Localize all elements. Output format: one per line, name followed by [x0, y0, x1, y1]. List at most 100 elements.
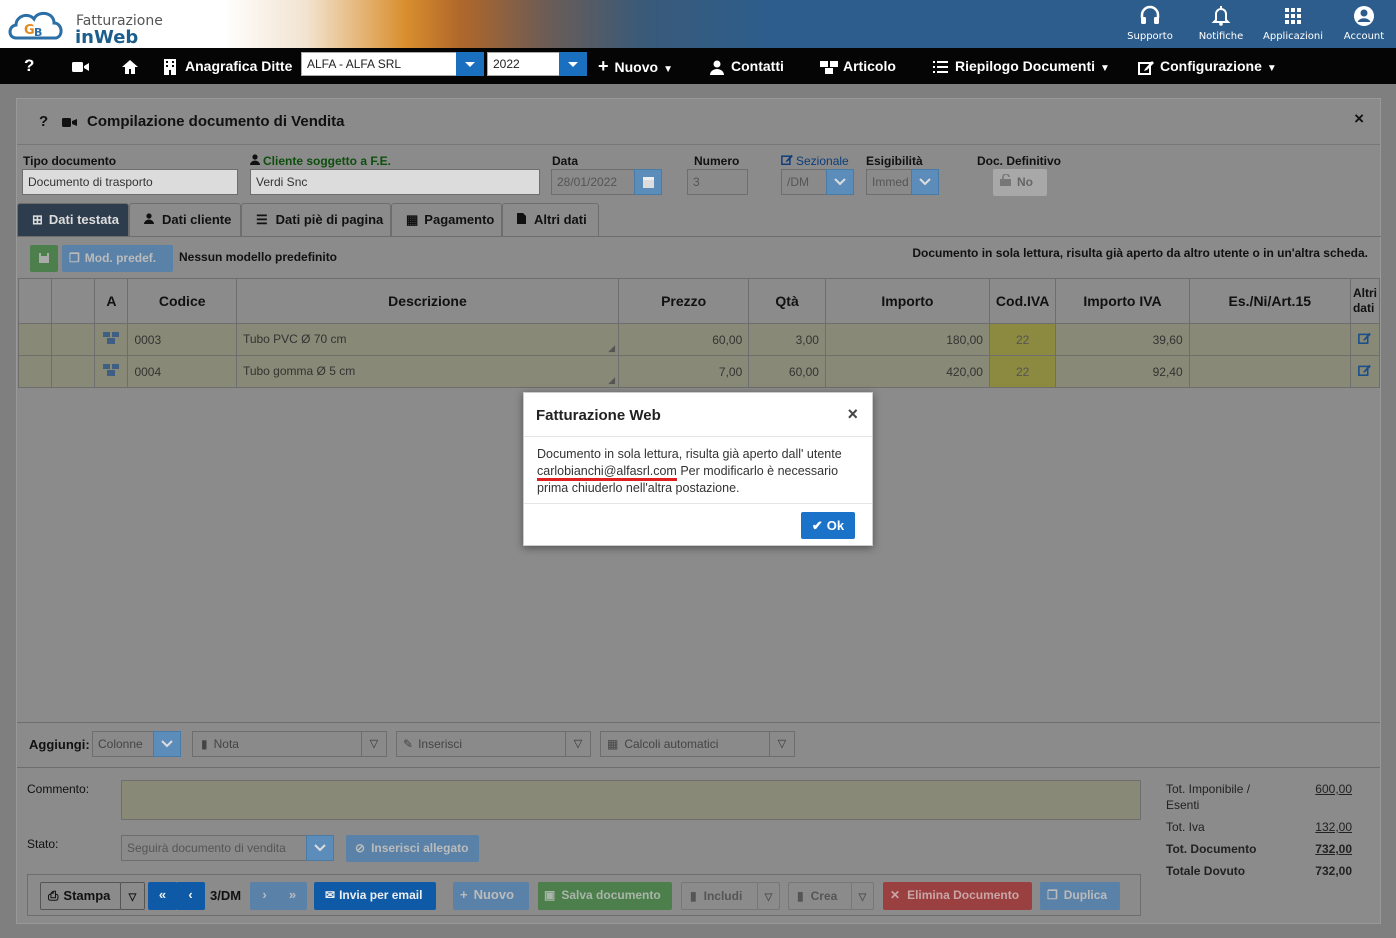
- row-select-cell[interactable]: [18, 323, 52, 356]
- sezionale-toggle[interactable]: [826, 169, 854, 195]
- support-button[interactable]: Supporto: [1118, 5, 1182, 42]
- cell-qta[interactable]: 60,00: [748, 355, 826, 388]
- tab-altri-dati[interactable]: Altri dati: [502, 203, 599, 237]
- tot-documento-value[interactable]: 732,00: [1315, 842, 1352, 856]
- col-header-importo[interactable]: Importo: [824, 278, 990, 324]
- col-header-descrizione[interactable]: Descrizione: [235, 278, 620, 324]
- cell-codice[interactable]: 0004: [127, 355, 237, 388]
- contatti-link[interactable]: Contatti: [710, 48, 784, 84]
- calendar-button[interactable]: [634, 169, 662, 195]
- notifications-button[interactable]: Notifiche: [1189, 5, 1253, 42]
- tab-dati-cliente[interactable]: Dati cliente: [129, 203, 241, 237]
- inserisci-select[interactable]: ✎ Inserisci: [396, 731, 566, 757]
- tot-imponibile-value[interactable]: 600,00: [1315, 782, 1352, 796]
- stato-toggle[interactable]: [306, 835, 334, 861]
- prev-page-button[interactable]: ‹: [176, 882, 205, 910]
- calcoli-toggle[interactable]: ▽: [769, 731, 795, 757]
- account-button[interactable]: Account: [1332, 5, 1396, 42]
- cell-esenti[interactable]: [1188, 355, 1351, 388]
- year-select-toggle[interactable]: [559, 52, 587, 76]
- cell-prezzo[interactable]: 60,00: [617, 323, 750, 356]
- window-close-button[interactable]: ×: [1354, 109, 1364, 129]
- inserisci-allegato-button[interactable]: ⊘ Inserisci allegato: [346, 835, 479, 862]
- cell-cod-iva[interactable]: 22: [988, 355, 1057, 388]
- stampa-options-toggle[interactable]: ▽: [120, 882, 145, 910]
- doc-definitivo-toggle[interactable]: No: [993, 169, 1047, 196]
- row-edit-button[interactable]: [1349, 323, 1381, 356]
- stato-select[interactable]: Seguirà documento di vendita: [121, 835, 307, 861]
- tab-dati-testata[interactable]: ⊞ Dati testata: [17, 203, 129, 237]
- duplica-button[interactable]: ❐ Duplica: [1040, 882, 1120, 910]
- calcoli-select[interactable]: ▦ Calcoli automatici: [600, 731, 770, 757]
- elimina-documento-button[interactable]: ✕ Elimina Documento: [883, 882, 1032, 910]
- nuovo-menu[interactable]: + Nuovo ▼: [598, 48, 673, 84]
- numero-field[interactable]: 3: [687, 169, 748, 195]
- video-camera-icon[interactable]: [62, 117, 77, 128]
- nuovo-button[interactable]: + Nuovo: [453, 882, 529, 910]
- invia-email-button[interactable]: ✉ Invia per email: [314, 882, 436, 910]
- tot-iva-value[interactable]: 132,00: [1315, 820, 1352, 834]
- cell-prezzo[interactable]: 7,00: [617, 355, 750, 388]
- company-select-toggle[interactable]: [456, 52, 484, 76]
- row-actions-cell[interactable]: [50, 355, 96, 388]
- inserisci-toggle[interactable]: ▽: [565, 731, 591, 757]
- cell-codice[interactable]: 0003: [127, 323, 237, 356]
- cell-esenti[interactable]: [1188, 323, 1351, 356]
- includi-options-toggle[interactable]: ▽: [757, 882, 780, 910]
- cliente-field[interactable]: Verdi Snc: [250, 169, 540, 195]
- col-header-codice[interactable]: Codice: [127, 278, 237, 324]
- anagrafica-ditte-link[interactable]: Anagrafica Ditte: [164, 48, 292, 84]
- next-page-button[interactable]: ›: [250, 882, 279, 910]
- tab-pagamento[interactable]: ▦ Pagamento: [391, 203, 502, 237]
- cell-descrizione[interactable]: Tubo PVC Ø 70 cm ◢: [235, 323, 620, 356]
- row-edit-button[interactable]: [1349, 355, 1381, 388]
- col-header-a[interactable]: A: [94, 278, 129, 324]
- cell-cod-iva[interactable]: 22: [988, 323, 1057, 356]
- sezionale-field[interactable]: /DM: [781, 169, 827, 195]
- articolo-link[interactable]: Articolo: [820, 48, 896, 84]
- riepilogo-menu[interactable]: Riepilogo Documenti ▼: [933, 48, 1110, 84]
- stampa-button[interactable]: ⎙ Stampa: [40, 882, 121, 910]
- table-row[interactable]: 0003 Tubo PVC Ø 70 cm ◢ 60,00 3,00 180,00…: [18, 323, 1381, 356]
- table-row[interactable]: 0004 Tubo gomma Ø 5 cm ◢ 7,00 60,00 420,0…: [18, 355, 1381, 388]
- dialog-close-button[interactable]: ×: [847, 404, 858, 425]
- col-header-prezzo[interactable]: Prezzo: [617, 278, 750, 324]
- tipo-documento-field[interactable]: Documento di trasporto: [22, 169, 238, 195]
- nota-toggle[interactable]: ▽: [361, 731, 387, 757]
- company-select[interactable]: ALFA - ALFA SRL: [301, 52, 457, 76]
- col-header-qta[interactable]: Qtà: [748, 278, 826, 324]
- col-header-altri-dati[interactable]: Altri dati: [1349, 278, 1381, 324]
- first-page-button[interactable]: «: [148, 882, 177, 910]
- tab-dati-pie-pagina[interactable]: ☰ Dati piè di pagina: [241, 203, 391, 237]
- save-model-button[interactable]: [30, 245, 58, 272]
- col-header-cod-iva[interactable]: Cod.IVA: [988, 278, 1057, 324]
- sezionale-link[interactable]: Sezionale: [781, 154, 849, 168]
- commento-field[interactable]: [121, 780, 1141, 820]
- row-actions-cell[interactable]: [50, 323, 96, 356]
- resize-handle-icon[interactable]: ◢: [608, 375, 615, 386]
- help-button[interactable]: ?: [24, 48, 34, 84]
- crea-options-toggle[interactable]: ▽: [851, 882, 874, 910]
- resize-handle-icon[interactable]: ◢: [608, 343, 615, 354]
- col-header-importo-iva[interactable]: Importo IVA: [1055, 278, 1190, 324]
- home-button[interactable]: [121, 48, 139, 84]
- includi-button[interactable]: ▮ Includi: [681, 882, 758, 910]
- last-page-button[interactable]: »: [278, 882, 307, 910]
- year-select[interactable]: 2022: [487, 52, 560, 76]
- colonne-toggle[interactable]: [153, 731, 181, 757]
- col-header-esenti[interactable]: Es./Ni/Art.15: [1188, 278, 1351, 324]
- esigibilita-field[interactable]: Immed: [866, 169, 912, 195]
- colonne-select[interactable]: Colonne: [92, 731, 154, 757]
- row-select-cell[interactable]: [18, 355, 52, 388]
- salva-documento-button[interactable]: ▣ Salva documento: [538, 882, 672, 910]
- nota-select[interactable]: ▮ Nota: [192, 731, 362, 757]
- apps-button[interactable]: Applicazioni: [1261, 5, 1325, 42]
- crea-button[interactable]: ▮ Crea: [788, 882, 852, 910]
- window-help-button[interactable]: ?: [39, 113, 48, 130]
- video-button[interactable]: [72, 48, 90, 84]
- configurazione-menu[interactable]: Configurazione ▼: [1138, 48, 1277, 84]
- ok-button[interactable]: ✔ Ok: [801, 512, 855, 539]
- mod-predef-button[interactable]: ❐ Mod. predef.: [62, 245, 173, 272]
- data-field[interactable]: 28/01/2022: [551, 169, 635, 195]
- cell-descrizione[interactable]: Tubo gomma Ø 5 cm ◢: [235, 355, 620, 388]
